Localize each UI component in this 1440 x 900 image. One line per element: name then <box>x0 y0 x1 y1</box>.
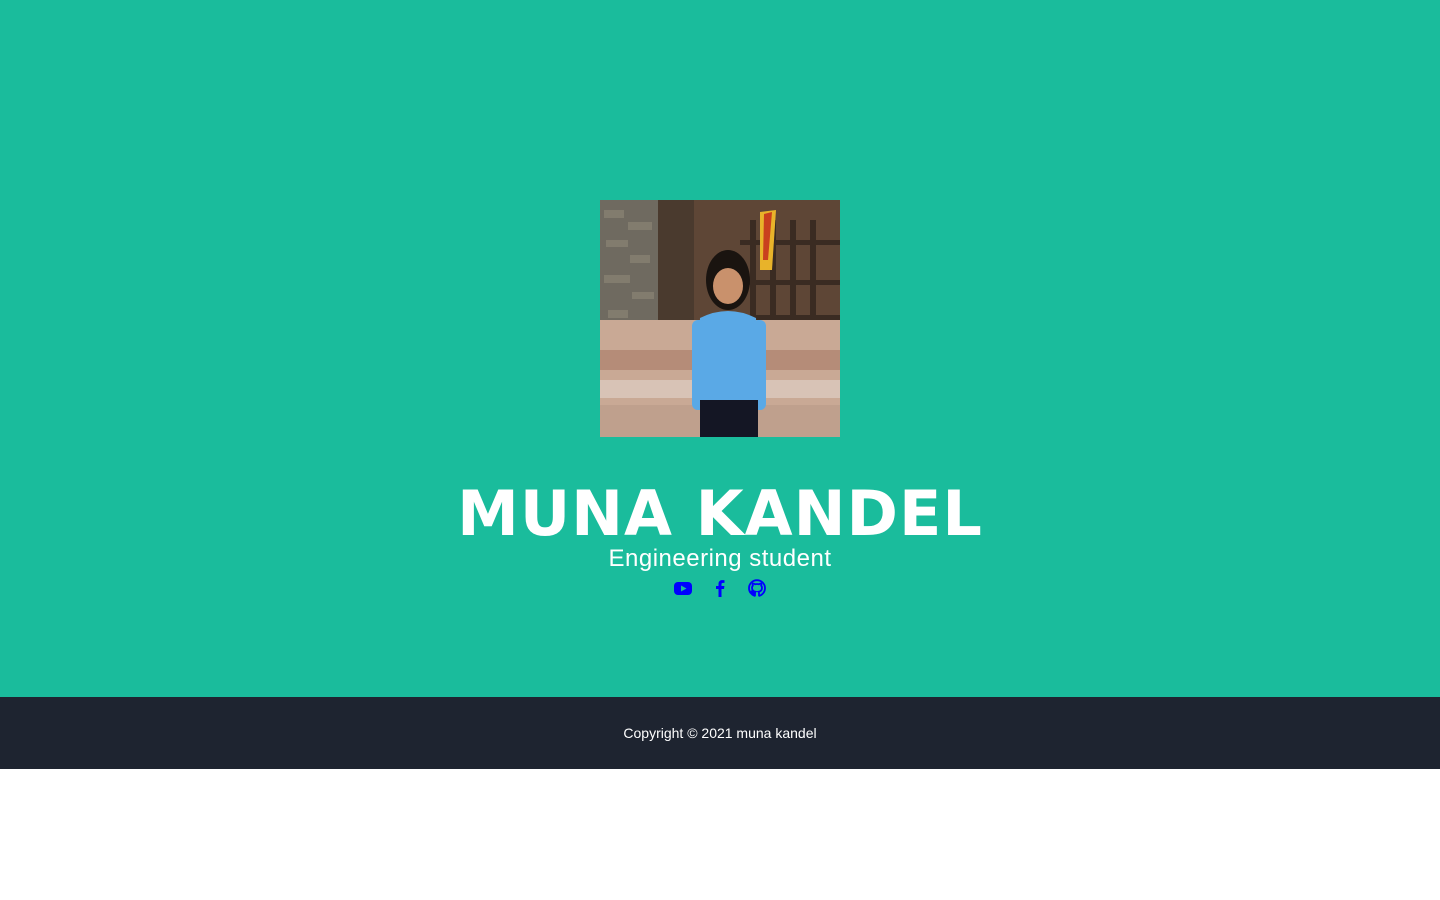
profile-title: Engineering student <box>608 545 832 572</box>
facebook-link[interactable] <box>711 578 729 598</box>
copyright-text: Copyright © 2021 muna kandel <box>623 725 817 741</box>
facebook-icon <box>716 580 725 597</box>
footer: Copyright © 2021 muna kandel <box>0 697 1440 769</box>
github-link[interactable] <box>748 578 766 598</box>
social-links <box>0 578 1440 598</box>
hero-section: MUNA KANDEL Engineering student <box>0 0 1440 697</box>
profile-photo-image <box>600 200 840 437</box>
profile-photo <box>600 200 840 437</box>
youtube-link[interactable] <box>674 578 692 598</box>
github-icon <box>748 579 766 597</box>
youtube-icon <box>674 582 692 595</box>
profile-name: MUNA KANDEL <box>457 477 983 550</box>
